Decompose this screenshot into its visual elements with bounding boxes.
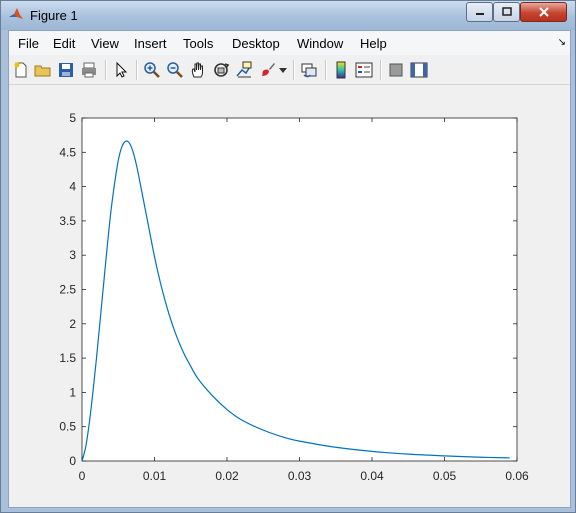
menu-insert[interactable]: Insert (134, 36, 167, 51)
y-tick-label: 0 (69, 454, 76, 468)
y-tick-label: 1 (69, 385, 76, 399)
close-icon (538, 7, 549, 17)
figure-toolbar (9, 56, 570, 85)
menu-edit[interactable]: Edit (53, 36, 75, 51)
menu-file[interactable]: File (18, 36, 39, 51)
figure-client: File Edit View Insert Tools Desktop Wind… (8, 30, 571, 508)
y-tick-label: 4 (69, 180, 76, 194)
x-tick-label: 0.04 (360, 469, 384, 483)
pointer-icon[interactable] (112, 61, 130, 79)
window-title: Figure 1 (30, 8, 78, 23)
zoom-out-icon[interactable] (166, 61, 184, 79)
brush-dropdown-icon[interactable] (279, 68, 287, 74)
menu-bar: File Edit View Insert Tools Desktop Wind… (9, 31, 570, 55)
y-tick-label: 0.5 (59, 420, 76, 434)
menu-dock-arrow-icon[interactable]: ↘ (558, 37, 566, 48)
matlab-logo-icon (9, 8, 23, 19)
y-tick-label: 3.5 (59, 214, 76, 228)
x-tick-label: 0.06 (505, 469, 529, 483)
line-plot[interactable]: 0 0.01 0.02 0.03 0.04 0.05 0.06 0 0.5 1 1.5 2 2.5 3 3.… (9, 85, 570, 507)
plot-area (82, 118, 517, 461)
close-button[interactable] (520, 2, 567, 22)
y-tick-label: 5 (69, 111, 76, 125)
x-tick-label: 0.02 (215, 469, 239, 483)
menu-desktop[interactable]: Desktop (232, 36, 280, 51)
menu-help[interactable]: Help (360, 36, 387, 51)
brush-icon[interactable] (259, 61, 277, 79)
rotate-3d-icon[interactable] (212, 61, 230, 79)
x-tick-label: 0.05 (433, 469, 457, 483)
y-tick-label: 4.5 (59, 145, 76, 159)
colorbar-icon[interactable] (332, 61, 350, 79)
figure-canvas: 0 0.01 0.02 0.03 0.04 0.05 0.06 0 0.5 1 1.5 2 2.5 3 3.… (9, 85, 570, 507)
menu-window[interactable]: Window (297, 36, 343, 51)
maximize-icon (501, 7, 512, 16)
menu-view[interactable]: View (91, 36, 119, 51)
zoom-in-icon[interactable] (143, 61, 161, 79)
figure-window: Figure 1 File Edit View Insert Tools Des… (0, 0, 576, 513)
x-tick-label: 0.01 (143, 469, 167, 483)
print-icon[interactable] (80, 61, 98, 79)
x-tick-label: 0.03 (288, 469, 312, 483)
hide-plot-tools-icon[interactable] (387, 61, 405, 79)
y-tick-label: 3 (69, 248, 76, 262)
legend-icon[interactable] (355, 61, 373, 79)
link-plot-icon[interactable] (300, 61, 318, 79)
y-tick-label: 2 (69, 317, 76, 331)
save-icon[interactable] (57, 61, 75, 79)
data-cursor-icon[interactable] (235, 61, 253, 79)
pan-icon[interactable] (189, 61, 207, 79)
new-figure-icon[interactable] (12, 61, 30, 79)
title-bar[interactable]: Figure 1 (1, 1, 575, 30)
y-tick-label: 2.5 (59, 283, 76, 297)
menu-tools[interactable]: Tools (183, 36, 213, 51)
minimize-button[interactable] (466, 2, 493, 22)
x-tick-label: 0 (79, 469, 86, 483)
minimize-icon (475, 13, 484, 15)
y-tick-label: 1.5 (59, 351, 76, 365)
show-plot-tools-icon[interactable] (410, 61, 428, 79)
maximize-button[interactable] (493, 2, 520, 22)
open-file-icon[interactable] (34, 61, 52, 79)
